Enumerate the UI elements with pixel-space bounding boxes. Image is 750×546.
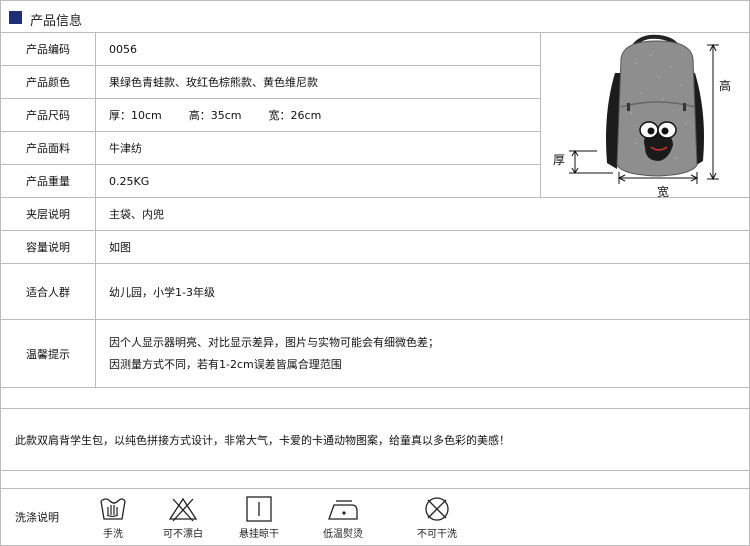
low-iron-icon [328, 500, 358, 520]
section-header: 产品信息 [0, 0, 750, 33]
spec-label: 产品面料 [1, 132, 96, 164]
size-thickness: 厚：10cm [109, 109, 162, 122]
washing-label: 洗涤说明 [15, 511, 59, 524]
hand-wash-icon [100, 498, 126, 520]
spec-label: 产品颜色 [1, 66, 96, 98]
spec-row-size: 产品尺码 厚：10cm 高：35cm 宽：26cm [0, 99, 541, 132]
width-label: 宽 [657, 184, 669, 198]
size-height: 高：35cm [188, 109, 242, 122]
spec-value: 厚：10cm 高：35cm 宽：26cm [109, 99, 321, 131]
spec-value: 0.25KG [109, 174, 150, 188]
spec-value: 幼儿园，小学1-3年级 [109, 286, 215, 299]
care-item-hand-wash: 手洗 [83, 495, 143, 540]
product-image: 高 宽 厚 [541, 33, 750, 199]
care-label: 可不漂白 [163, 529, 203, 540]
spec-label: 温馨提示 [1, 320, 96, 387]
care-label: 悬挂晾干 [239, 529, 279, 540]
care-label: 不可干洗 [417, 529, 457, 540]
product-description: 此款双肩背学生包，以纯色拼接方式设计，非常大气，卡爱的卡通动物图案，给童真以多色… [15, 433, 510, 447]
spec-row-fabric: 产品面料 牛津纺 [0, 132, 541, 165]
spec-value: 0056 [109, 42, 137, 56]
description-band: 此款双肩背学生包，以纯色拼接方式设计，非常大气，卡爱的卡通动物图案，给童真以多色… [0, 409, 750, 471]
spec-row-code: 产品编码 0056 [0, 33, 541, 66]
spec-label: 产品重量 [1, 165, 96, 197]
care-item-no-bleach: 可不漂白 [153, 495, 213, 540]
washing-section: 洗涤说明 手洗 可不漂白 悬挂晾干 低温熨烫 不可干洗 [0, 488, 750, 546]
spec-value: 牛津纺 [109, 142, 142, 155]
care-item-hang-dry: 悬挂晾干 [229, 495, 289, 540]
care-item-no-dry-clean: 不可干洗 [407, 495, 467, 540]
spacer-band [0, 471, 750, 488]
spec-row-color: 产品颜色 果绿色青蛙款、玫红色棕熊款、黄色维尼款 [0, 66, 541, 99]
spec-row-capacity: 容量说明 如图 [0, 231, 750, 264]
section-title: 产品信息 [30, 14, 83, 29]
spec-label: 容量说明 [1, 231, 96, 263]
thickness-label: 厚 [553, 153, 565, 167]
notice-line-2: 因测量方式不同，若有1-2cm误差皆属合理范围 [109, 357, 342, 371]
spec-label: 产品尺码 [1, 99, 96, 131]
no-bleach-icon [168, 497, 198, 522]
care-label: 手洗 [103, 529, 123, 540]
height-label: 高 [719, 78, 731, 93]
hang-dry-icon [246, 496, 272, 522]
spec-label: 产品编码 [1, 33, 96, 65]
care-label: 低温熨烫 [323, 529, 363, 540]
spec-row-weight: 产品重量 0.25KG [0, 165, 541, 198]
care-item-low-iron: 低温熨烫 [313, 495, 373, 540]
backpack-diagram: 高 宽 厚 [553, 34, 731, 199]
spec-row-compartment: 夹层说明 主袋、内兜 [0, 198, 750, 231]
spec-value: 主袋、内兜 [109, 208, 164, 221]
spec-value: 果绿色青蛙款、玫红色棕熊款、黄色维尼款 [109, 76, 318, 89]
no-dry-clean-icon [425, 497, 449, 521]
spec-value: 因个人显示器明亮、对比显示差异，图片与实物可能会有细微色差； 因测量方式不同，若… [109, 320, 439, 387]
spec-label: 夹层说明 [1, 198, 96, 230]
spacer-band [0, 388, 750, 409]
size-width: 宽：26cm [268, 109, 322, 122]
spec-value: 如图 [109, 241, 131, 254]
spec-row-audience: 适合人群 幼儿园，小学1-3年级 [0, 264, 750, 320]
spec-label: 适合人群 [1, 264, 96, 319]
spec-row-notice: 温馨提示 因个人显示器明亮、对比显示差异，图片与实物可能会有细微色差； 因测量方… [0, 320, 750, 388]
header-square-icon [9, 11, 22, 24]
notice-line-1: 因个人显示器明亮、对比显示差异，图片与实物可能会有细微色差； [109, 335, 439, 349]
